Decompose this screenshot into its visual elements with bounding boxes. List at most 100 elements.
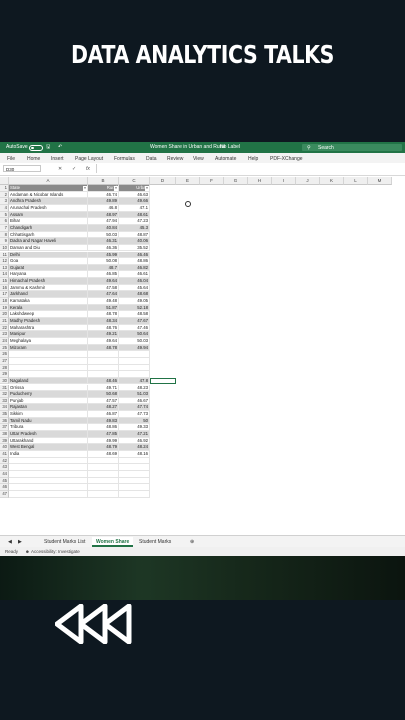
row-header[interactable]: 14 xyxy=(0,271,9,279)
column-header-j[interactable]: J xyxy=(296,177,320,185)
row-header[interactable]: 4 xyxy=(0,204,9,212)
confirm-icon[interactable]: ✓ xyxy=(72,166,76,172)
table-cell[interactable]: 48.46 xyxy=(88,377,119,385)
name-box[interactable]: D30 xyxy=(3,165,41,172)
table-cell[interactable] xyxy=(119,490,150,498)
active-cell[interactable] xyxy=(150,377,176,385)
table-cell[interactable]: 40.84 xyxy=(88,224,119,232)
table-cell[interactable]: 48.58 xyxy=(119,311,150,318)
table-cell[interactable]: 50 xyxy=(119,417,150,425)
table-cell[interactable]: 48.78 xyxy=(88,311,119,318)
column-header-k[interactable]: K xyxy=(320,177,344,185)
table-cell[interactable]: Tribura xyxy=(9,424,88,432)
table-cell[interactable] xyxy=(9,371,88,378)
menu-insert[interactable]: Insert xyxy=(51,156,64,162)
table-cell[interactable]: 46.61 xyxy=(119,271,150,279)
row-header[interactable]: 10 xyxy=(0,244,9,252)
table-cell[interactable] xyxy=(119,464,150,471)
table-cell[interactable]: Manipur xyxy=(9,331,88,338)
table-cell[interactable]: 46.85 xyxy=(88,271,119,279)
table-cell[interactable]: 50.08 xyxy=(88,258,119,265)
table-cell[interactable]: 47.94 xyxy=(88,218,119,225)
row-header[interactable]: 45 xyxy=(0,477,9,485)
table-cell[interactable] xyxy=(88,351,119,358)
table-cell[interactable] xyxy=(88,464,119,471)
table-cell[interactable] xyxy=(9,457,88,465)
table-cell[interactable]: 46.36 xyxy=(88,244,119,252)
table-cell[interactable] xyxy=(88,490,119,498)
table-cell[interactable]: 49.21 xyxy=(88,331,119,338)
column-header-b[interactable]: B xyxy=(88,177,119,185)
status-accessibility[interactable]: Accessibility: Investigate xyxy=(31,549,80,554)
table-cell[interactable]: 40.06 xyxy=(119,238,150,245)
table-cell[interactable] xyxy=(119,457,150,465)
table-cell[interactable] xyxy=(9,477,88,485)
table-cell[interactable]: 47.73 xyxy=(119,411,150,418)
sensitivity-label[interactable]: No Label xyxy=(220,144,240,150)
row-header[interactable]: 44 xyxy=(0,470,9,478)
table-cell[interactable]: 50.03 xyxy=(88,231,119,239)
table-cell[interactable]: Chandigarh xyxy=(9,224,88,232)
column-header-i[interactable]: I xyxy=(272,177,296,185)
table-cell[interactable]: Arunachal Pradesh xyxy=(9,204,88,212)
table-cell[interactable]: 47.67 xyxy=(119,318,150,325)
table-cell[interactable] xyxy=(119,371,150,378)
table-cell[interactable] xyxy=(9,470,88,478)
row-header[interactable]: 8 xyxy=(0,231,9,239)
row-header[interactable]: 23 xyxy=(0,331,9,338)
tab-student-marks-list[interactable]: Student Marks List xyxy=(40,537,89,547)
row-header[interactable]: 39 xyxy=(0,437,9,445)
row-header[interactable]: 29 xyxy=(0,371,9,378)
table-cell[interactable]: 49.89 xyxy=(88,198,119,205)
row-header[interactable]: 9 xyxy=(0,238,9,245)
table-cell[interactable]: 46.46 xyxy=(119,251,150,259)
table-cell[interactable]: Haryana xyxy=(9,271,88,279)
table-cell[interactable] xyxy=(119,470,150,478)
table-cell[interactable]: India xyxy=(9,451,88,458)
table-cell[interactable]: 47.85 xyxy=(88,431,119,438)
table-cell[interactable]: Gujarat xyxy=(9,264,88,272)
table-cell[interactable]: Dadra and Nagar Haveli xyxy=(9,238,88,245)
menu-home[interactable]: Home xyxy=(27,156,40,162)
table-cell[interactable]: Punjab xyxy=(9,397,88,405)
row-header[interactable]: 17 xyxy=(0,291,9,299)
table-cell[interactable] xyxy=(119,484,150,491)
table-cell[interactable]: 52.18 xyxy=(119,304,150,312)
table-cell[interactable]: 47.74 xyxy=(119,404,150,412)
table-cell[interactable]: 48.7 xyxy=(88,264,119,272)
row-header[interactable]: 1 xyxy=(0,185,9,192)
table-cell[interactable]: 47.57 xyxy=(88,397,119,405)
table-cell[interactable]: 48.86 xyxy=(88,424,119,432)
table-cell[interactable]: 49.99 xyxy=(88,437,119,445)
row-header[interactable]: 25 xyxy=(0,344,9,352)
table-cell[interactable]: 46.31 xyxy=(88,238,119,245)
column-header-l[interactable]: L xyxy=(344,177,368,185)
row-header[interactable]: 7 xyxy=(0,224,9,232)
column-header-h[interactable]: H xyxy=(248,177,272,185)
table-cell[interactable]: 46.87 xyxy=(88,411,119,418)
column-header-e[interactable]: E xyxy=(176,177,200,185)
table-cell[interactable] xyxy=(119,357,150,365)
table-cell[interactable]: 48.16 xyxy=(119,451,150,458)
table-cell[interactable]: 48.97 xyxy=(88,211,119,219)
row-header[interactable]: 41 xyxy=(0,451,9,458)
table-cell[interactable]: 48.27 xyxy=(88,404,119,412)
table-cell[interactable]: 46.04 xyxy=(119,278,150,285)
row-header[interactable]: 46 xyxy=(0,484,9,491)
table-cell[interactable]: Goa xyxy=(9,258,88,265)
table-cell[interactable]: 48.79 xyxy=(88,444,119,451)
row-header[interactable]: 36 xyxy=(0,417,9,425)
row-header[interactable]: 27 xyxy=(0,357,9,365)
column-header-m[interactable]: M xyxy=(368,177,392,185)
autosave-toggle[interactable] xyxy=(29,144,43,151)
table-cell[interactable]: Tamil Nadu xyxy=(9,417,88,425)
menu-formulas[interactable]: Formulas xyxy=(114,156,135,162)
table-cell[interactable] xyxy=(9,464,88,471)
table-cell[interactable]: Mizoram xyxy=(9,344,88,352)
menu-data[interactable]: Data xyxy=(146,156,157,162)
table-cell[interactable]: 47.46 xyxy=(119,324,150,332)
column-header-f[interactable]: F xyxy=(200,177,224,185)
select-all-corner[interactable] xyxy=(0,177,9,185)
table-cell[interactable]: 46.74 xyxy=(88,191,119,199)
table-cell[interactable]: Daman and Diu xyxy=(9,244,88,252)
